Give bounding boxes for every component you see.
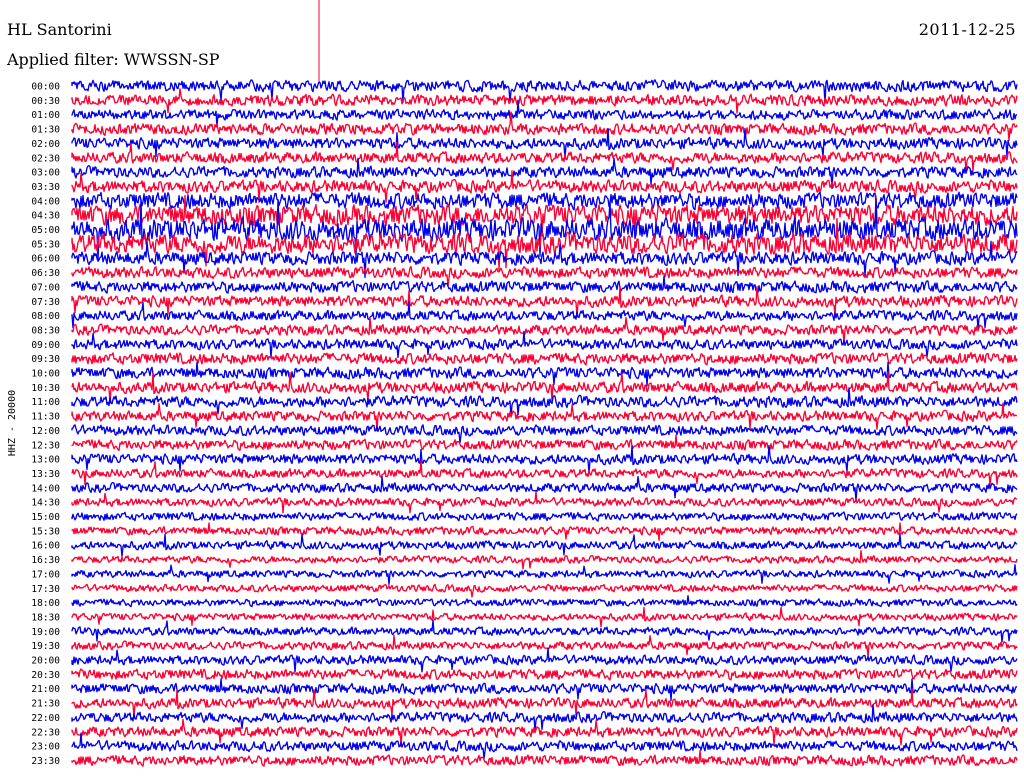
trace-row-1200 bbox=[71, 424, 1018, 444]
row-label: 13:00 bbox=[31, 455, 60, 466]
trace-row-1530 bbox=[71, 522, 1018, 541]
trace-row-2230 bbox=[71, 718, 1018, 748]
trace-row-1400 bbox=[71, 475, 1018, 502]
trace-row-1430 bbox=[71, 491, 1018, 514]
row-label: 14:30 bbox=[31, 498, 60, 509]
trace-row-0700 bbox=[71, 275, 1018, 294]
row-label: 12:00 bbox=[31, 426, 60, 437]
row-label: 21:30 bbox=[31, 699, 60, 710]
trace-row-1230 bbox=[71, 434, 1018, 452]
row-label: 17:30 bbox=[31, 584, 60, 595]
row-label: 05:00 bbox=[31, 225, 60, 236]
trace-row-0900 bbox=[71, 330, 1018, 359]
row-label: 10:00 bbox=[31, 369, 60, 380]
row-label: 05:30 bbox=[31, 239, 60, 250]
row-label: 16:00 bbox=[31, 541, 60, 552]
trace-row-0830 bbox=[71, 316, 1018, 346]
row-label: 08:00 bbox=[31, 311, 60, 322]
row-label: 18:30 bbox=[31, 612, 60, 623]
trace-row-2330 bbox=[71, 749, 1018, 767]
row-label: 17:00 bbox=[31, 569, 60, 580]
trace-row-2200 bbox=[71, 704, 1018, 732]
row-label: 10:30 bbox=[31, 383, 60, 394]
row-label: 13:30 bbox=[31, 469, 60, 480]
helicorder-plot: 00:00 00:30 01:00 01:30 02:00 02:30 03:00 03:30… bbox=[7, 0, 1018, 767]
row-label: 18:00 bbox=[31, 598, 60, 609]
row-label: 22:30 bbox=[31, 727, 60, 738]
row-label: 08:30 bbox=[31, 325, 60, 336]
row-label: 03:00 bbox=[31, 168, 60, 179]
row-label: 12:30 bbox=[31, 440, 60, 451]
trace-row-1300 bbox=[71, 444, 1018, 474]
row-label: 19:30 bbox=[31, 641, 60, 652]
row-label: 01:00 bbox=[31, 110, 60, 121]
row-label: 15:00 bbox=[31, 512, 60, 523]
row-label: 11:00 bbox=[31, 397, 60, 408]
trace-row-2030 bbox=[71, 668, 1018, 681]
row-label: 15:30 bbox=[31, 526, 60, 537]
row-label: 09:30 bbox=[31, 354, 60, 365]
trace-row-0100 bbox=[71, 100, 1018, 128]
row-label: 19:00 bbox=[31, 627, 60, 638]
trace-group bbox=[71, 79, 1018, 767]
channel-label: HHZ - 20000 bbox=[7, 390, 18, 456]
row-label: 09:00 bbox=[31, 340, 60, 351]
row-label: 00:30 bbox=[31, 96, 60, 107]
row-label: 03:30 bbox=[31, 182, 60, 193]
row-label: 20:00 bbox=[31, 656, 60, 667]
row-label: 06:30 bbox=[31, 268, 60, 279]
row-label: 07:30 bbox=[31, 297, 60, 308]
row-label: 20:30 bbox=[31, 670, 60, 681]
trace-row-1730 bbox=[71, 583, 1018, 598]
row-label: 02:00 bbox=[31, 139, 60, 150]
row-label: 04:00 bbox=[31, 196, 60, 207]
trace-row-1800 bbox=[71, 595, 1018, 608]
row-label-group: 00:00 00:30 01:00 01:30 02:00 02:30 03:00 03:30… bbox=[31, 82, 60, 767]
trace-row-2000 bbox=[71, 647, 1018, 673]
trace-row-1900 bbox=[71, 619, 1018, 643]
row-label: 23:30 bbox=[31, 756, 60, 767]
trace-row-0030 bbox=[71, 88, 1018, 114]
trace-row-2100 bbox=[71, 678, 1018, 702]
trace-row-1500 bbox=[71, 511, 1018, 522]
row-label: 01:30 bbox=[31, 125, 60, 136]
row-label: 21:00 bbox=[31, 684, 60, 695]
trace-row-1930 bbox=[71, 634, 1018, 659]
row-label: 16:30 bbox=[31, 555, 60, 566]
trace-row-0130 bbox=[71, 111, 1018, 142]
trace-row-0930 bbox=[71, 351, 1018, 366]
trace-row-1330 bbox=[71, 460, 1018, 486]
trace-row-1630 bbox=[71, 550, 1018, 570]
row-label: 23:00 bbox=[31, 742, 60, 753]
row-label: 11:30 bbox=[31, 412, 60, 423]
row-label: 00:00 bbox=[31, 82, 60, 93]
trace-row-2130 bbox=[71, 688, 1018, 718]
row-label: 22:00 bbox=[31, 713, 60, 724]
trace-row-2300 bbox=[71, 732, 1018, 760]
trace-row-1830 bbox=[71, 606, 1018, 628]
row-label: 14:00 bbox=[31, 483, 60, 494]
trace-row-1700 bbox=[71, 564, 1018, 585]
trace-row-1600 bbox=[71, 533, 1018, 558]
row-label: 02:30 bbox=[31, 153, 60, 164]
row-label: 04:30 bbox=[31, 211, 60, 222]
trace-row-1000 bbox=[71, 361, 1018, 387]
row-label: 06:00 bbox=[31, 254, 60, 265]
row-label: 07:00 bbox=[31, 282, 60, 293]
